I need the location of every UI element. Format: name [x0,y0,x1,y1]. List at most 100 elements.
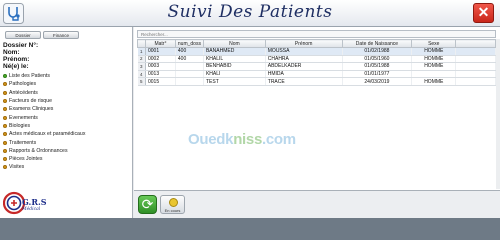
cell-sexe [411,70,457,79]
cell-filler [455,55,496,64]
row-number: 4 [137,70,146,79]
sidebar-item-actes-medicaux[interactable]: Actes médicaux et paramédicaux [3,130,131,138]
sidebar-item-antecedents[interactable]: Antécédents [3,89,131,97]
cell-matricule: 0013 [145,70,176,79]
row-number-header [137,39,146,48]
bullet-icon [3,99,7,104]
search-input[interactable] [137,30,496,38]
column-header-date-naissance[interactable]: Date de Naissance [341,39,413,48]
cell-prenom: HMIDA [265,70,343,79]
date-naissance-label: Né(e) le: [3,63,29,70]
sidebar-item-label: Pièces Jointes [9,156,43,163]
sidebar-item-traitements[interactable]: Traitements [3,138,131,146]
sidebar-item-liste-patients[interactable]: Liste des Patients [3,72,131,80]
sidebar-item-rapports[interactable]: Rapports & Ordonnances [3,147,131,155]
row-number: 2 [137,55,146,64]
cell-date-naissance: 01/02/1988 [342,47,413,56]
status-icon [169,198,178,207]
logo-text: G.R.S [22,197,47,207]
cell-num-doss [175,62,204,71]
cell-filler [455,70,496,79]
sidebar-item-label: Antécédents [9,89,38,96]
sidebar-item-label: Liste des Patients [9,73,50,80]
sidebar-item-visites[interactable]: Visites [3,163,131,171]
cell-num-doss [175,77,204,86]
nom-label: Nom: [3,49,20,56]
bullet-icon [3,123,7,128]
column-header-num-doss[interactable]: num_doss [174,39,204,48]
table-row[interactable]: 5 0015 TEST TRACE 24/03/2019 HOMME [137,77,496,86]
cell-filler [455,62,496,71]
sidebar-item-evenements[interactable]: Evenements [3,113,131,121]
vertical-scrollbar[interactable] [496,39,500,189]
sidebar: Dossier Finance Dossier N°: Nom: Prénom:… [0,27,133,218]
table-row[interactable]: 3 0003 BENHABID ABDELKADER 01/05/1988 HO… [137,62,496,71]
patient-list-panel: Matr° num_doss Nom Prénom Date de Naissa… [134,27,500,190]
sidebar-item-label: Actes médicaux et paramédicaux [9,131,86,138]
sidebar-item-label: Facteurs de risque [9,98,52,105]
column-header-nom[interactable]: Nom [202,39,266,48]
sidebar-item-facteurs-risque[interactable]: Facteurs de risque [3,97,131,105]
bullet-icon [3,82,7,87]
watermark-part: .com [262,131,296,148]
cell-date-naissance: 01/05/1960 [342,55,413,64]
app-window: Suivi Des Patients ✕ Dossier Finance Dos… [0,0,500,218]
cell-prenom: CHAHRA [265,55,343,64]
bullet-icon [3,140,7,145]
cell-prenom: ABDELKADER [265,62,343,71]
sidebar-item-pathologies[interactable]: Pathologies [3,80,131,88]
patient-info: Dossier N°: Nom: Prénom: Né(e) le: [3,42,131,70]
cell-sexe: HOMME [411,62,457,71]
cell-prenom: MOUSSA [265,47,343,56]
en-cours-label: En cours [164,208,181,213]
sidebar-item-label: Examens Cliniques [9,106,54,113]
column-header-matricule[interactable]: Matr° [144,39,176,48]
logo-subtext: Médical [22,207,41,212]
cell-nom: BENHABID [203,62,266,71]
bullet-icon [3,157,7,162]
bullet-icon [3,107,7,112]
sidebar-tabs: Dossier Finance [3,31,130,40]
cell-filler [455,77,496,86]
watermark-part: niss [233,131,263,148]
cell-num-doss: 400 [175,47,204,56]
sidebar-item-biologies[interactable]: Biologies [3,122,131,130]
table-row[interactable]: 1 0001 400 BANAHMED MOUSSA 01/02/1988 HO… [137,47,496,56]
cell-sexe: HOMME [411,47,457,56]
cell-matricule: 0002 [145,55,176,64]
tab-finance[interactable]: Finance [43,31,79,39]
column-header-sexe[interactable]: Sexe [411,39,457,48]
table-row[interactable]: 4 0013 KHALI HMIDA 01/01/1977 [137,70,496,79]
sidebar-item-pieces-jointes[interactable]: Pièces Jointes [3,155,131,163]
sidebar-item-label: Evenements [9,114,38,121]
refresh-button[interactable]: ⟳ [138,195,157,214]
bullet-icon [3,90,7,95]
watermark-part: Ouedk [188,131,234,148]
cell-prenom: TRACE [265,77,343,86]
bullet-icon [3,165,7,170]
bullet-icon [3,115,7,120]
column-header-prenom[interactable]: Prénom [264,39,343,48]
cell-nom: BANAHMED [203,47,266,56]
cell-sexe: HOMME [411,55,457,64]
cell-matricule: 0001 [145,47,176,56]
column-header-filler [455,39,496,48]
prenom-label: Prénom: [3,56,30,63]
tab-dossier[interactable]: Dossier [5,31,41,39]
table-row[interactable]: 2 0002 400 KHALIL CHAHRA 01/05/1960 HOMM… [137,55,496,64]
cell-date-naissance: 01/05/1988 [342,62,413,71]
cell-date-naissance: 01/01/1977 [342,70,413,79]
en-cours-button[interactable]: En cours [160,195,185,214]
bullet-icon [3,148,7,153]
sidebar-item-label: Rapports & Ordonnances [9,147,68,154]
patients-table: Matr° num_doss Nom Prénom Date de Naissa… [137,39,496,86]
row-number: 1 [137,47,146,56]
sidebar-item-examens-cliniques[interactable]: Examens Cliniques [3,105,131,113]
table-header-row: Matr° num_doss Nom Prénom Date de Naissa… [137,39,496,48]
cell-filler [455,47,496,56]
cell-nom: KHALIL [203,55,266,64]
cell-matricule: 0003 [145,62,176,71]
sidebar-item-label: Pathologies [9,81,37,88]
sidebar-item-label: Biologies [9,122,31,129]
close-button[interactable]: ✕ [473,3,494,23]
